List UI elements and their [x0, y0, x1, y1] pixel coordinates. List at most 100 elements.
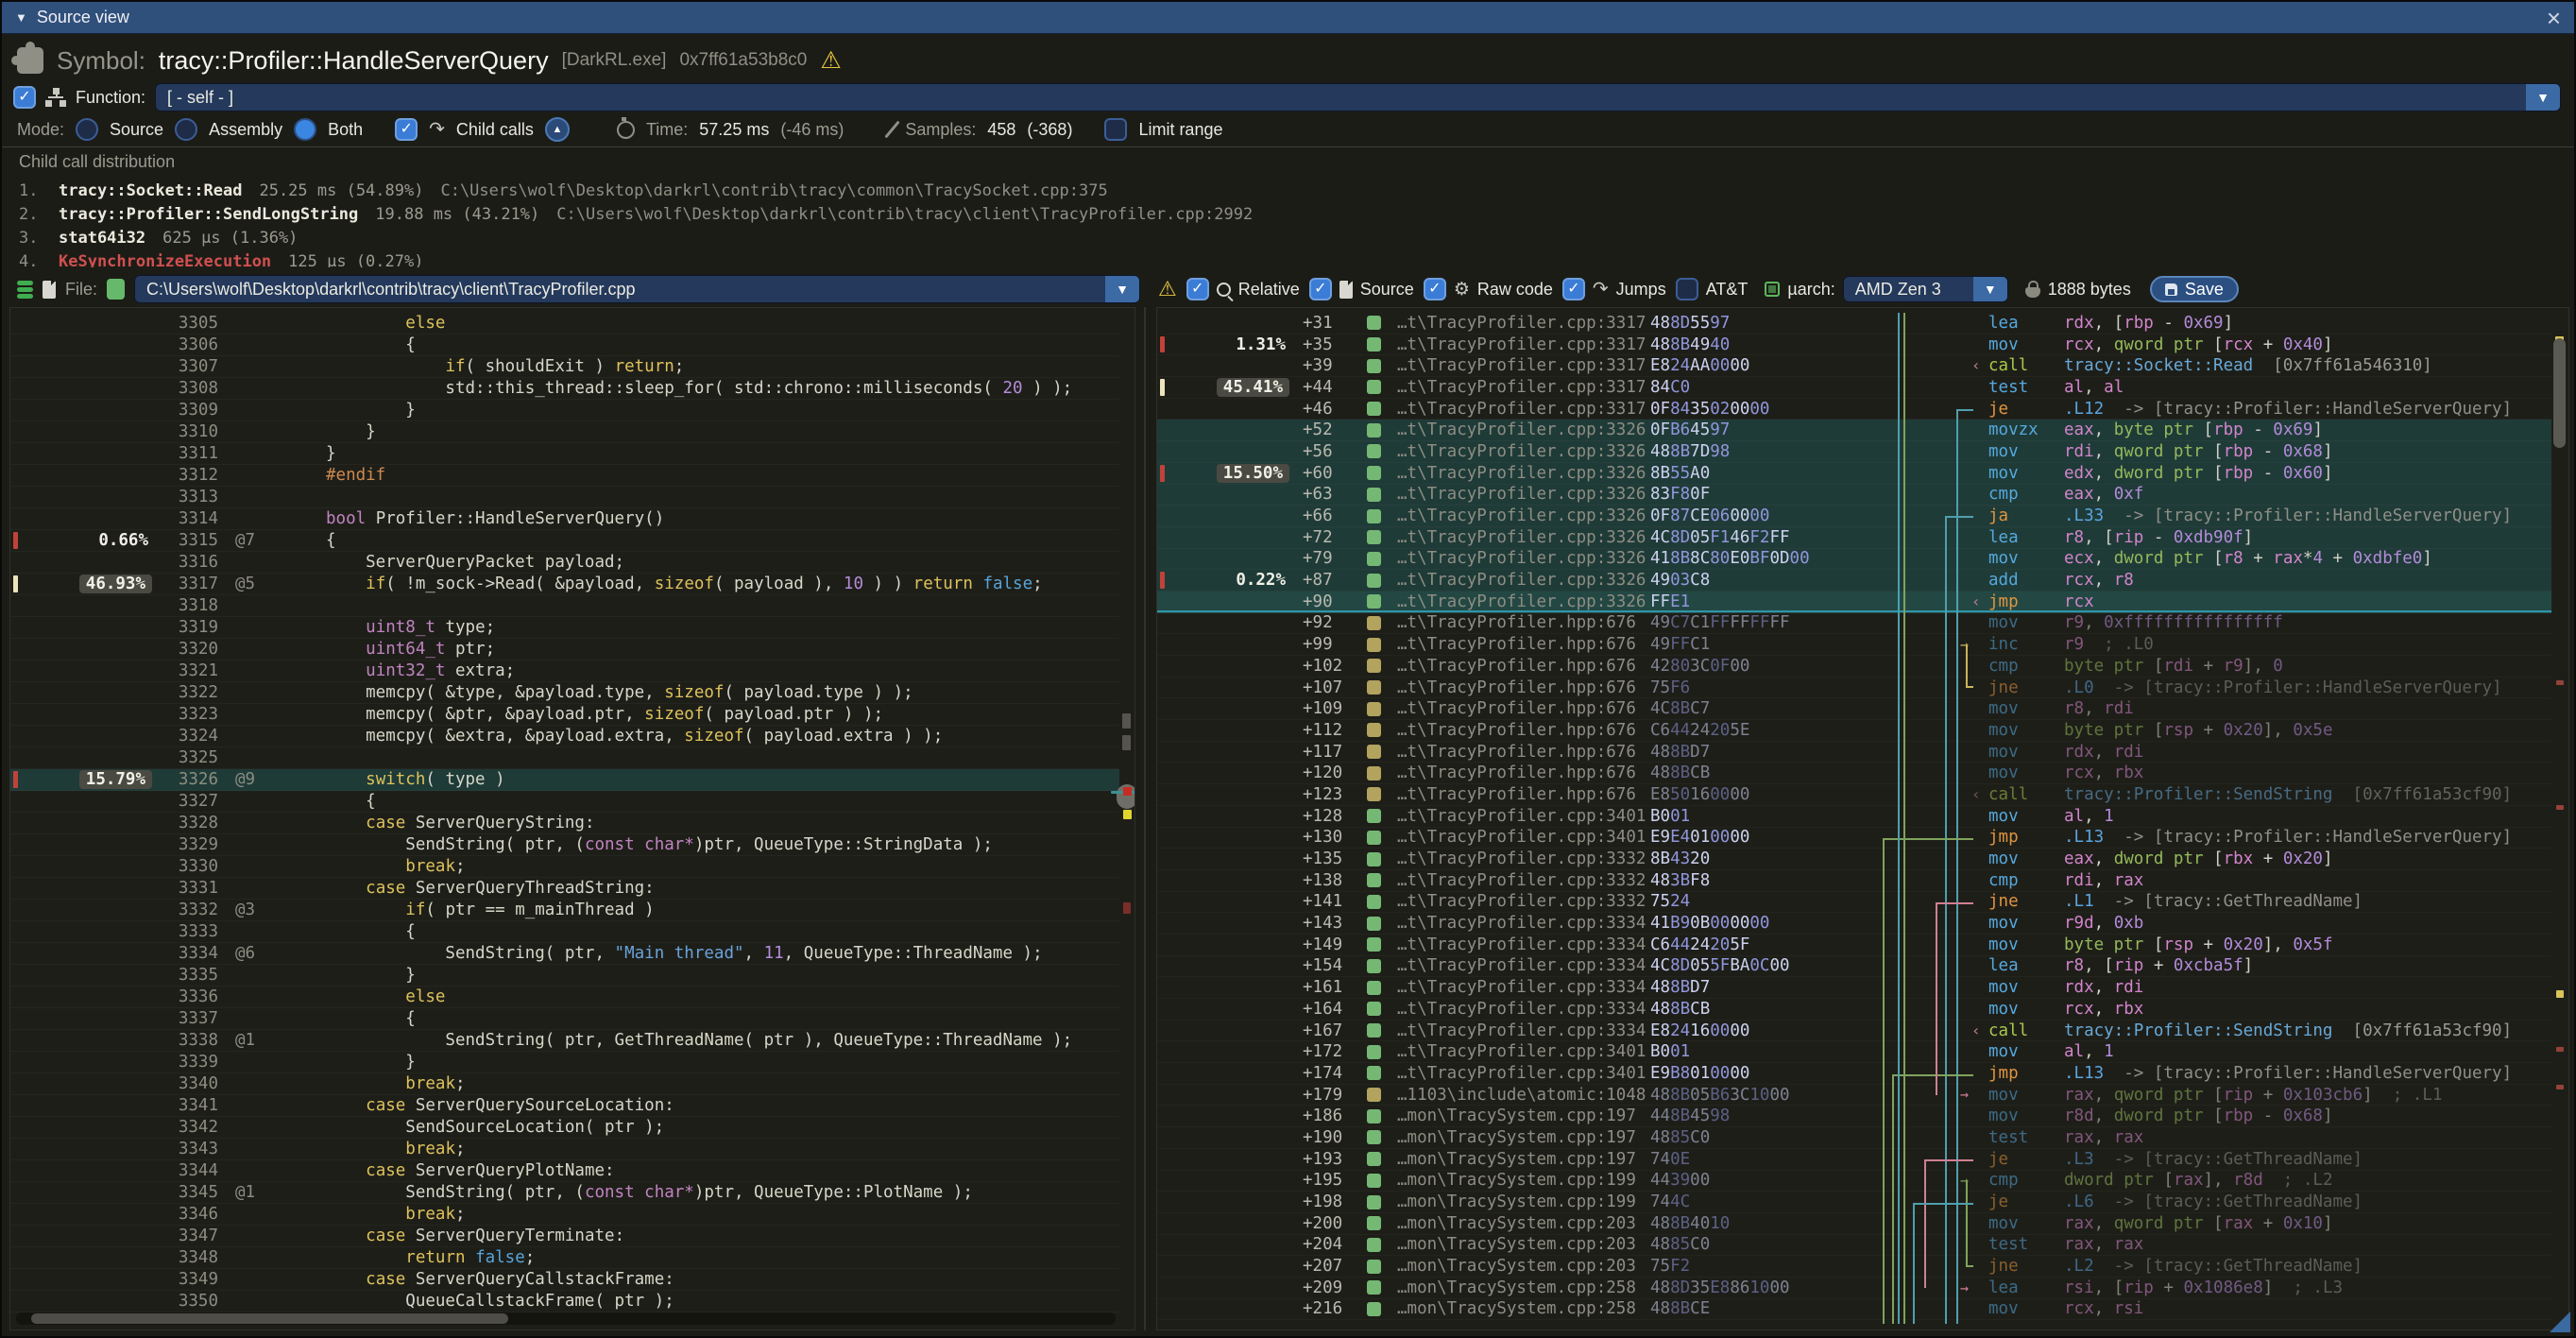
asm-mnemonic[interactable]: lea [1975, 314, 2064, 333]
asm-row[interactable]: +164…t\TracyProfiler.cpp:3334488BCBmovrc… [1157, 999, 2551, 1021]
asm-mnemonic[interactable]: test [1975, 1128, 2064, 1147]
source-line-row[interactable]: 3350 QueueCallstackFrame( ptr ); [10, 1291, 1119, 1312]
distribution-item[interactable]: 1. tracy::Socket::Read 25.25 ms (54.89%)… [19, 179, 2559, 202]
asm-row[interactable]: +92…t\TracyProfiler.hpp:67649C7C1FFFFFFF… [1157, 613, 2551, 635]
asm-row[interactable]: +72…t\TracyProfiler.cpp:33264C8D05F146F2… [1157, 527, 2551, 549]
resize-grip[interactable] [2550, 1312, 2570, 1332]
source-line-row[interactable]: 3316 ServerQueryPacket payload; [10, 552, 1119, 574]
assembly-vertical-scrollbar[interactable] [2553, 312, 2567, 1324]
source-line-row[interactable]: 46.93%3317@5 if( !m_sock->Read( &payload… [10, 574, 1119, 595]
asm-source-location[interactable]: …t\TracyProfiler.cpp:3317 [1397, 378, 1650, 397]
source-line-row[interactable]: 3328 case ServerQueryString: [10, 813, 1119, 834]
asm-source-location[interactable]: …t\TracyProfiler.cpp:3334 [1397, 1000, 1650, 1019]
source-horizontal-scrollbar[interactable] [16, 1312, 1116, 1325]
asm-source-location[interactable]: …mon\TracySystem.cpp:197 [1397, 1150, 1650, 1169]
asm-source-location[interactable]: …t\TracyProfiler.cpp:3401 [1397, 1064, 1650, 1083]
asm-row[interactable]: +79…t\TracyProfiler.cpp:3326418B8C80E0BF… [1157, 549, 2551, 571]
asm-mnemonic[interactable]: mov [1975, 335, 2064, 354]
asm-source-location[interactable]: …t\TracyProfiler.hpp:676 [1397, 678, 1650, 697]
asm-row[interactable]: +172…t\TracyProfiler.cpp:3401B001moval, … [1157, 1041, 2551, 1063]
asm-row[interactable]: +90…t\TracyProfiler.cpp:3326FFE1‹jmprcx [1157, 592, 2551, 613]
uarch-combo[interactable]: AMD Zen 3 ▼ [1843, 276, 2008, 302]
asm-source-location[interactable]: …t\TracyProfiler.cpp:3401 [1397, 1042, 1650, 1061]
relative-checkbox[interactable]: ✓ [1186, 278, 1209, 300]
source-line-row[interactable]: 3311} [10, 443, 1119, 465]
asm-source-location[interactable]: …mon\TracySystem.cpp:203 [1397, 1257, 1650, 1276]
asm-mnemonic[interactable]: mov [1975, 849, 2064, 868]
asm-mnemonic[interactable]: mov [1975, 1299, 2064, 1318]
source-vertical-scrollbar[interactable] [1120, 312, 1133, 1309]
source-line-row[interactable]: 3319 uint8_t type; [10, 617, 1119, 639]
asm-source-location[interactable]: …t\TracyProfiler.cpp:3326 [1397, 549, 1650, 568]
asm-mnemonic[interactable]: mov [1975, 1106, 2064, 1125]
database-icon[interactable] [17, 281, 33, 299]
asm-mnemonic[interactable]: lea [1975, 956, 2064, 975]
asm-row[interactable]: +216…mon\TracySystem.cpp:258488BCEmovrcx… [1157, 1299, 2551, 1321]
source-line-row[interactable]: 3308 std::this_thread::sleep_for( std::c… [10, 378, 1119, 400]
asm-row[interactable]: +46…t\TracyProfiler.cpp:33170F8435020000… [1157, 399, 2551, 420]
asm-source-location[interactable]: …t\TracyProfiler.cpp:3401 [1397, 807, 1650, 826]
asm-mnemonic[interactable]: mov [1975, 935, 2064, 954]
source-line-row[interactable]: 3341 case ServerQuerySourceLocation: [10, 1095, 1119, 1117]
function-combo[interactable]: [ - self - ] ▼ [155, 83, 2561, 112]
asm-row[interactable]: +56…t\TracyProfiler.cpp:3326488B7D98movr… [1157, 441, 2551, 463]
function-checkbox[interactable]: ✓ [13, 86, 36, 109]
asm-mnemonic[interactable]: cmp [1975, 485, 2064, 504]
source-line-row[interactable]: 3344 case ServerQueryPlotName: [10, 1160, 1119, 1182]
source-line-row[interactable]: 3313 [10, 487, 1119, 508]
asm-row[interactable]: +204…mon\TracySystem.cpp:2034885C0testra… [1157, 1235, 2551, 1257]
att-label[interactable]: AT&T [1706, 280, 1749, 300]
asm-mnemonic[interactable]: mov [1975, 442, 2064, 461]
save-button[interactable]: Save [2150, 276, 2239, 302]
asm-row[interactable]: 1.31%+35…t\TracyProfiler.cpp:3317488B494… [1157, 334, 2551, 356]
asm-mnemonic[interactable]: ‹call [1975, 785, 2064, 804]
source-pane[interactable]: 3305 else3306 {3307 if( shouldExit ) ret… [9, 307, 1135, 1330]
asm-source-location[interactable]: …mon\TracySystem.cpp:199 [1397, 1192, 1650, 1211]
asm-source-location[interactable]: …t\TracyProfiler.hpp:676 [1397, 785, 1650, 804]
source-line-row[interactable]: 3343 break; [10, 1139, 1119, 1160]
radio-assembly-label[interactable]: Assembly [209, 120, 282, 140]
asm-source-location[interactable]: …t\TracyProfiler.hpp:676 [1397, 763, 1650, 782]
asm-row[interactable]: +39…t\TracyProfiler.cpp:3317E824AA0000‹c… [1157, 355, 2551, 377]
asm-mnemonic[interactable]: jmp [1975, 1064, 2064, 1083]
source-line-row[interactable]: 3325 [10, 747, 1119, 769]
asm-row[interactable]: 45.41%+44…t\TracyProfiler.cpp:331784C0te… [1157, 377, 2551, 399]
asm-mnemonic[interactable]: jne [1975, 1257, 2064, 1276]
asm-source-location[interactable]: …t\TracyProfiler.hpp:676 [1397, 721, 1650, 740]
source-line-row[interactable]: 3309 } [10, 400, 1119, 421]
asm-mnemonic[interactable]: mov [1975, 464, 2064, 483]
asm-source-location[interactable]: …mon\TracySystem.cpp:197 [1397, 1106, 1650, 1125]
asm-source-location[interactable]: …t\TracyProfiler.cpp:3332 [1397, 849, 1650, 868]
item-name[interactable]: tracy::Socket::Read [59, 181, 242, 200]
asm-row[interactable]: +186…mon\TracySystem.cpp:197448B4598movr… [1157, 1106, 2551, 1127]
asm-source-location[interactable]: …mon\TracySystem.cpp:258 [1397, 1278, 1650, 1297]
asm-row[interactable]: +31…t\TracyProfiler.cpp:3317488D5597lear… [1157, 313, 2551, 334]
jumps-checkbox[interactable]: ✓ [1562, 278, 1585, 300]
asm-row[interactable]: +161…t\TracyProfiler.cpp:3334488BD7movrd… [1157, 977, 2551, 999]
asm-mnemonic[interactable]: mov [1975, 1000, 2064, 1019]
asm-mnemonic[interactable]: inc [1975, 635, 2064, 654]
distribution-item[interactable]: 4. KeSynchronizeExecution 125 µs (0.27%) [19, 249, 2559, 267]
asm-mnemonic[interactable]: test [1975, 1235, 2064, 1254]
asm-row[interactable]: +117…t\TracyProfiler.hpp:676488BD7movrdx… [1157, 742, 2551, 763]
radio-source-label[interactable]: Source [110, 120, 163, 140]
asm-source-location[interactable]: …t\TracyProfiler.cpp:3334 [1397, 1021, 1650, 1040]
asm-mnemonic[interactable]: mov [1975, 1214, 2064, 1233]
asm-mnemonic[interactable]: mov [1975, 699, 2064, 718]
asm-source-location[interactable]: …t\TracyProfiler.cpp:3317 [1397, 335, 1650, 354]
asm-source-location[interactable]: …mon\TracySystem.cpp:203 [1397, 1235, 1650, 1254]
asm-row[interactable]: +174…t\TracyProfiler.cpp:3401E9B8010000j… [1157, 1063, 2551, 1085]
asm-mnemonic[interactable]: mov [1975, 1042, 2064, 1061]
asm-source-location[interactable]: …t\TracyProfiler.cpp:3334 [1397, 956, 1650, 975]
chevron-down-icon[interactable]: ▼ [1973, 277, 2007, 301]
asm-row[interactable]: +123…t\TracyProfiler.hpp:676E850160000‹c… [1157, 784, 2551, 806]
asm-row[interactable]: +120…t\TracyProfiler.hpp:676488BCBmovrcx… [1157, 763, 2551, 784]
raw-code-checkbox[interactable]: ✓ [1424, 278, 1446, 300]
asm-mnemonic[interactable]: mov [1975, 721, 2064, 740]
source-line-row[interactable]: 3329 SendString( ptr, (const char*)ptr, … [10, 834, 1119, 856]
asm-row[interactable]: +198…mon\TracySystem.cpp:199744Cje.L6 ->… [1157, 1192, 2551, 1213]
titlebar[interactable]: ▼ Source view × [2, 2, 2574, 34]
source-line-row[interactable]: 3333 { [10, 921, 1119, 943]
asm-row[interactable]: +112…t\TracyProfiler.hpp:676C64424205Emo… [1157, 720, 2551, 742]
asm-source-location[interactable]: …t\TracyProfiler.cpp:3317 [1397, 400, 1650, 419]
